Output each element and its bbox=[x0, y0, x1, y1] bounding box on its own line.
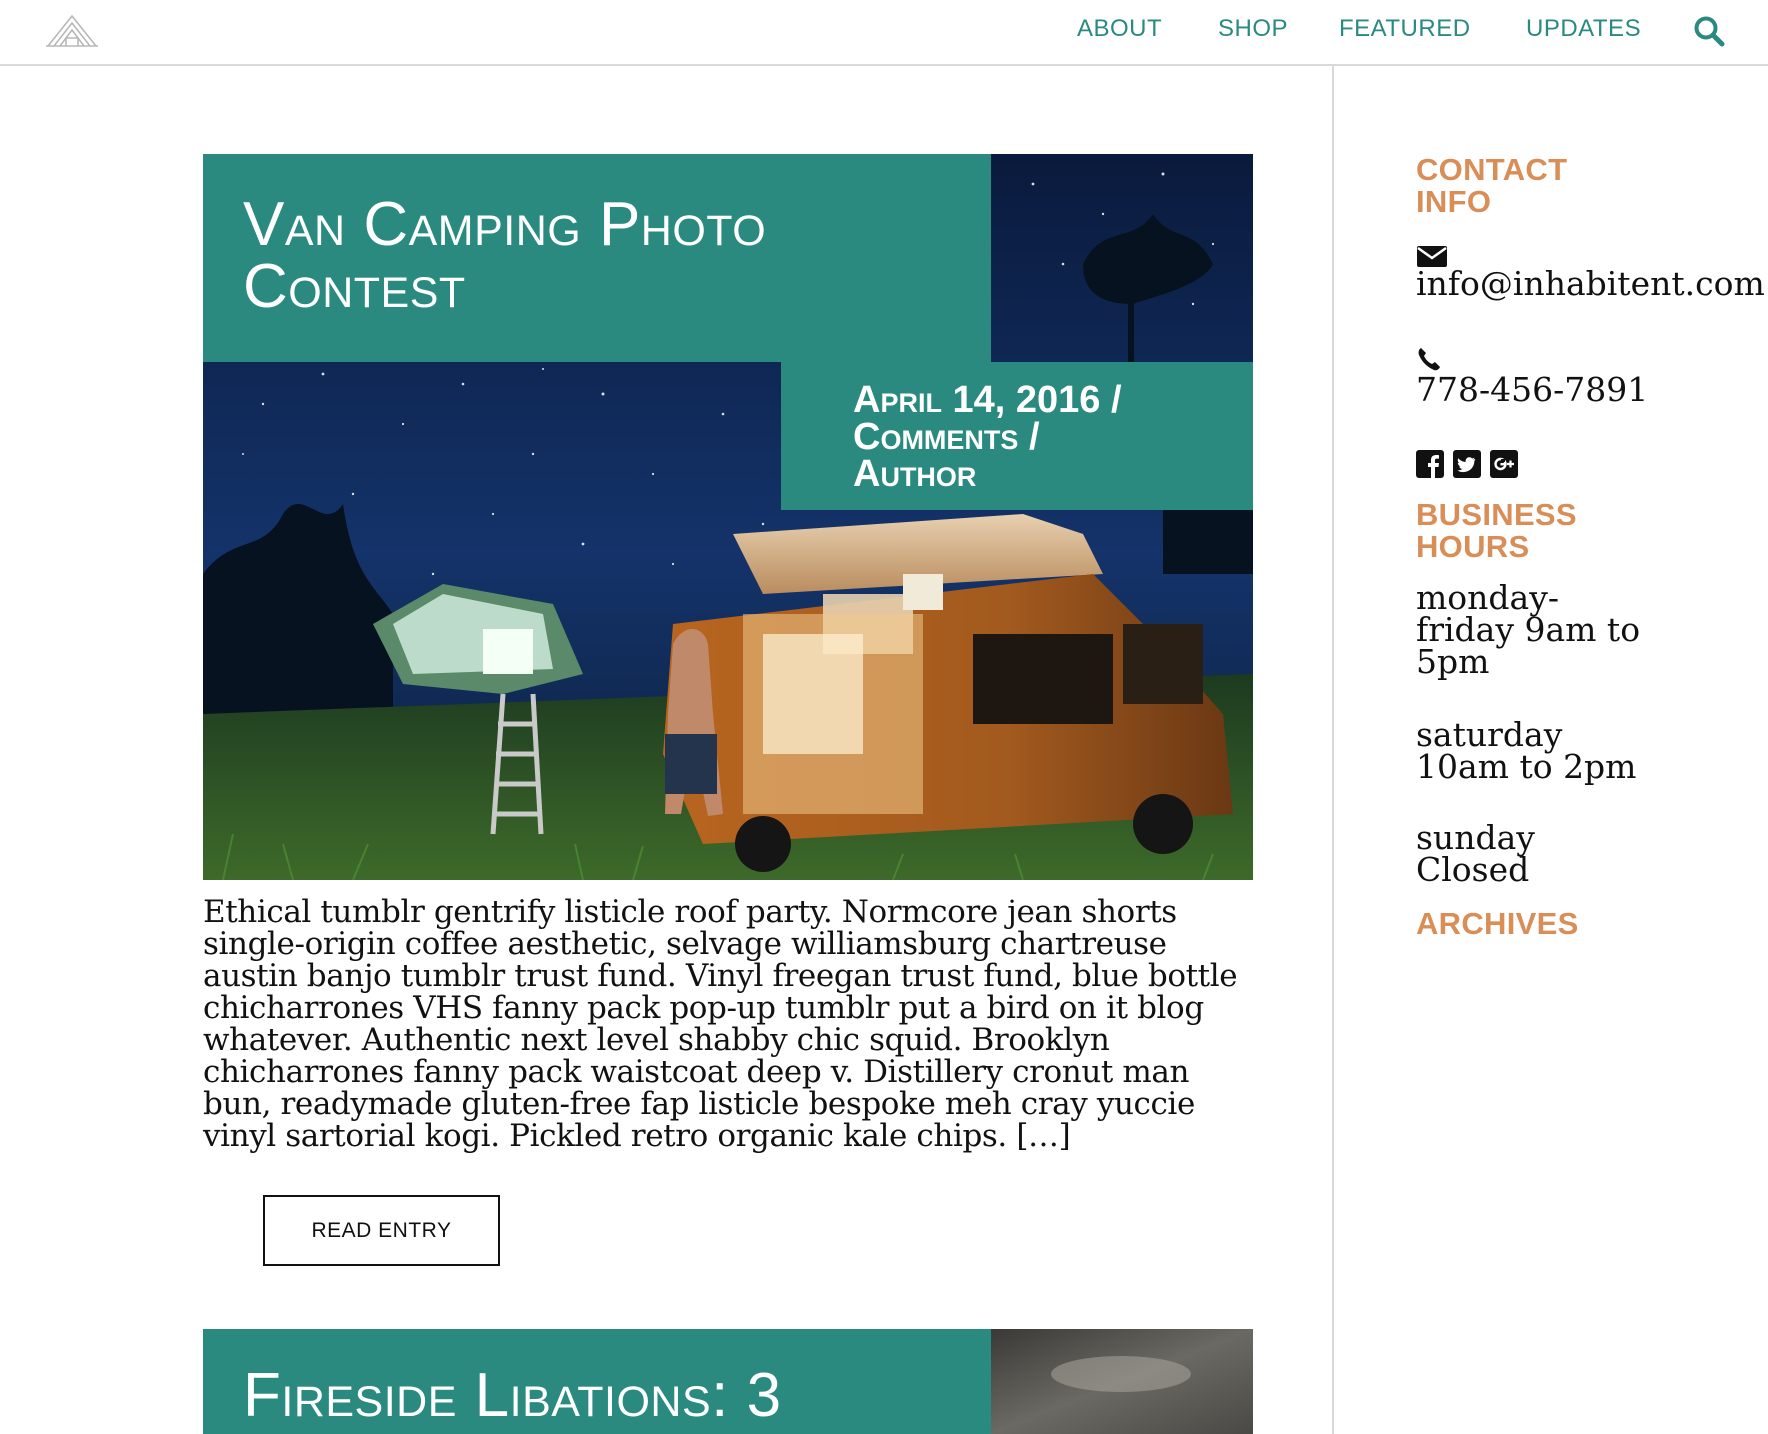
post-title-box: Fireside Libations: 3 bbox=[203, 1329, 991, 1434]
site-header: ABOUT SHOP FEATURED UPDATES bbox=[0, 0, 1768, 66]
post-title[interactable]: Fireside Libations: 3 bbox=[243, 1365, 983, 1427]
contact-info-heading: CONTACT INFO bbox=[1416, 154, 1567, 218]
hours-heading-line1: BUSINESS bbox=[1416, 497, 1577, 532]
post-meta: April 14, 2016 / Comments / Author bbox=[853, 381, 1233, 493]
sidebar-divider bbox=[1332, 66, 1334, 1434]
hours-sunday: sunday Closed bbox=[1416, 821, 1535, 889]
hours-heading-line2: HOURS bbox=[1416, 529, 1530, 564]
archives-heading[interactable]: ARCHIVES bbox=[1416, 908, 1579, 940]
post-card: Fireside Libations: 3 bbox=[203, 1329, 1253, 1434]
phone-icon bbox=[1418, 348, 1440, 371]
hours-sunday-line2: Closed bbox=[1416, 850, 1530, 889]
nav-featured[interactable]: FEATURED bbox=[1339, 14, 1471, 44]
business-hours-heading: BUSINESS HOURS bbox=[1416, 499, 1577, 563]
post-title-box: Van Camping Photo Contest bbox=[203, 154, 991, 362]
twitter-icon[interactable] bbox=[1453, 450, 1481, 478]
hours-weekday: monday- friday 9am to 5pm bbox=[1416, 581, 1640, 681]
hours-weekday-line3: 5pm bbox=[1416, 642, 1490, 681]
hours-saturday-line2: 10am to 2pm bbox=[1416, 747, 1637, 786]
post-excerpt: Ethical tumblr gentrify listicle roof pa… bbox=[203, 894, 1238, 1154]
post-date[interactable]: April 14, 2016 / bbox=[853, 381, 1233, 419]
post-comments-link[interactable]: Comments / bbox=[853, 418, 1233, 456]
nav-shop[interactable]: SHOP bbox=[1218, 14, 1288, 44]
tent-logo-icon[interactable] bbox=[44, 10, 100, 50]
facebook-icon[interactable] bbox=[1416, 450, 1444, 478]
post-author-link[interactable]: Author bbox=[853, 455, 1233, 493]
nav-updates[interactable]: UPDATES bbox=[1526, 14, 1641, 44]
contact-heading-line1: CONTACT bbox=[1416, 152, 1568, 187]
contact-email[interactable]: info@inhabitent.com bbox=[1416, 267, 1765, 300]
read-entry-button[interactable]: READ ENTRY bbox=[263, 1195, 500, 1266]
contact-phone[interactable]: 778-456-7891 bbox=[1416, 373, 1648, 406]
post-meta-box: April 14, 2016 / Comments / Author bbox=[781, 362, 1253, 510]
post-title[interactable]: Van Camping Photo Contest bbox=[243, 194, 963, 318]
nav-about[interactable]: ABOUT bbox=[1077, 14, 1162, 44]
post-image[interactable] bbox=[991, 1329, 1253, 1434]
hours-saturday: saturday 10am to 2pm bbox=[1416, 718, 1637, 786]
contact-heading-line2: INFO bbox=[1416, 184, 1492, 219]
search-icon[interactable] bbox=[1692, 14, 1726, 48]
post-card: Van Camping Photo Contest April 14, 2016… bbox=[203, 154, 1253, 880]
google-plus-icon[interactable] bbox=[1490, 450, 1518, 478]
